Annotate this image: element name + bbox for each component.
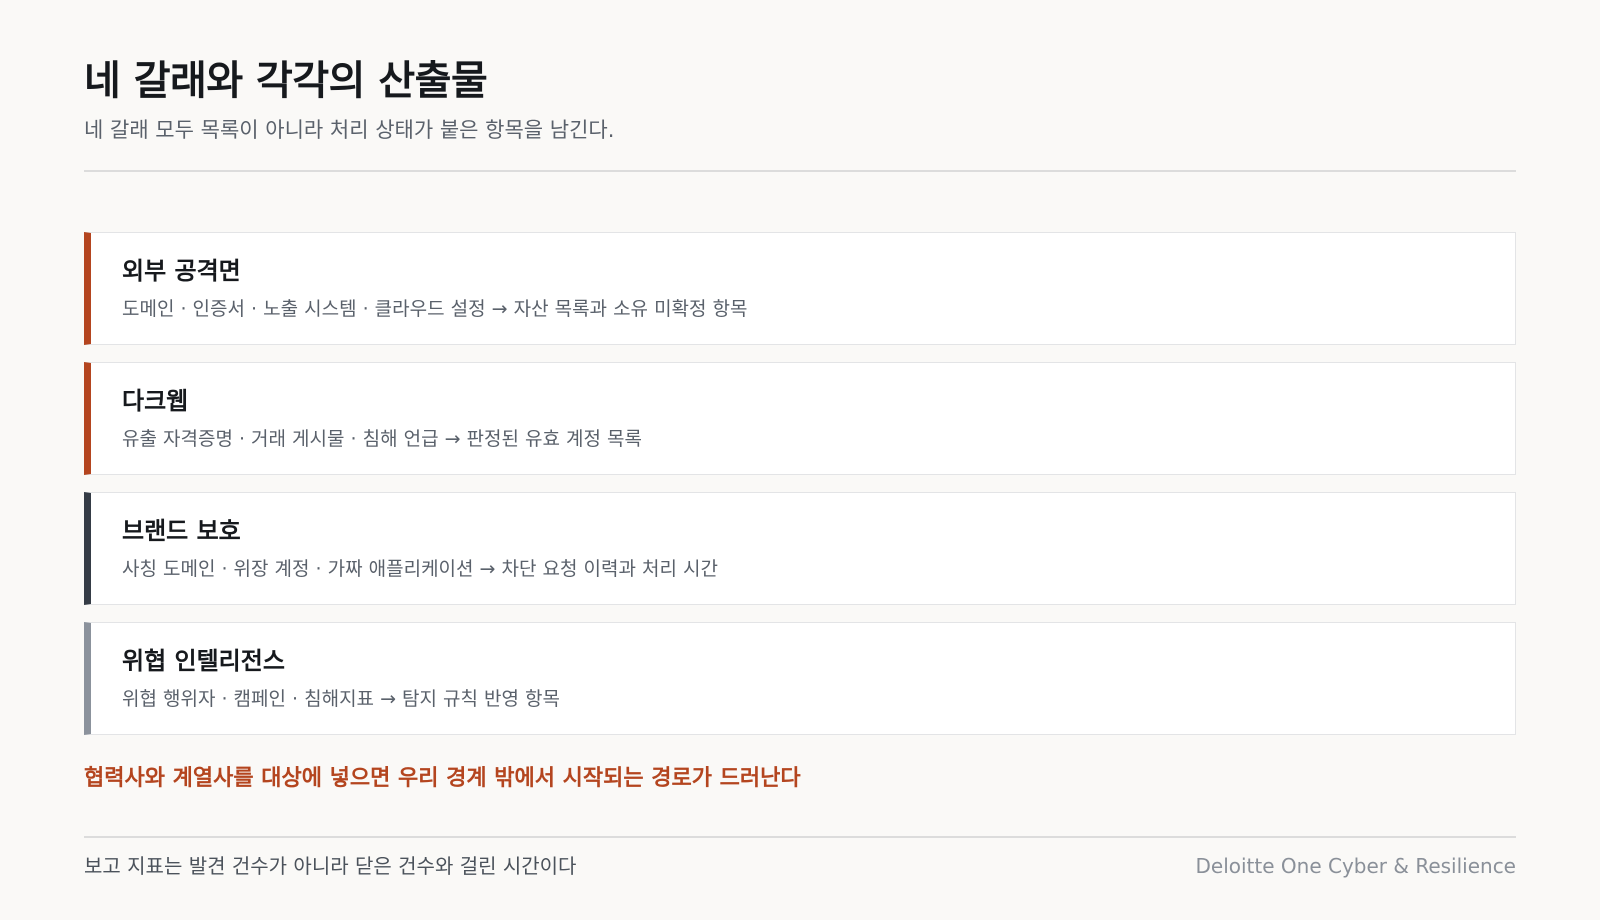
card-dark-web: 다크웹 유출 자격증명 · 거래 게시물 · 침해 언급 → 판정된 유효 계정… [84, 362, 1516, 475]
footer-divider [84, 836, 1516, 838]
footer-note: 보고 지표는 발견 건수가 아니라 닫은 건수와 걸린 시간이다 [84, 854, 577, 878]
page-title: 네 갈래와 각각의 산출물 [84, 58, 488, 104]
slide: 네 갈래와 각각의 산출물 네 갈래 모두 목록이 아니라 처리 상태가 붙은 … [0, 0, 1600, 920]
header-divider [84, 170, 1516, 172]
card-threat-intelligence: 위협 인텔리전스 위협 행위자 · 캠페인 · 침해지표 → 탐지 규칙 반영 … [84, 622, 1516, 735]
card-title: 위협 인텔리전스 [122, 647, 285, 675]
card-description: 유출 자격증명 · 거래 게시물 · 침해 언급 → 판정된 유효 계정 목록 [122, 428, 642, 450]
key-callout: 협력사와 계열사를 대상에 넣으면 우리 경계 밖에서 시작되는 경로가 드러난… [84, 766, 801, 791]
card-title: 다크웹 [122, 387, 189, 415]
page-subtitle: 네 갈래 모두 목록이 아니라 처리 상태가 붙은 항목을 남긴다. [84, 118, 615, 142]
footer-brand: Deloitte One Cyber & Resilience [1195, 854, 1517, 878]
card-description: 사칭 도메인 · 위장 계정 · 가짜 애플리케이션 → 차단 요청 이력과 처… [122, 558, 718, 580]
card-brand-protection: 브랜드 보호 사칭 도메인 · 위장 계정 · 가짜 애플리케이션 → 차단 요… [84, 492, 1516, 605]
card-list: 외부 공격면 도메인 · 인증서 · 노출 시스템 · 클라우드 설정 → 자산… [84, 232, 1516, 752]
card-title: 외부 공격면 [122, 257, 241, 285]
card-description: 위협 행위자 · 캠페인 · 침해지표 → 탐지 규칙 반영 항목 [122, 688, 560, 710]
header: 네 갈래와 각각의 산출물 네 갈래 모두 목록이 아니라 처리 상태가 붙은 … [84, 54, 1516, 144]
card-external-attack-surface: 외부 공격면 도메인 · 인증서 · 노출 시스템 · 클라우드 설정 → 자산… [84, 232, 1516, 345]
card-description: 도메인 · 인증서 · 노출 시스템 · 클라우드 설정 → 자산 목록과 소유… [122, 298, 748, 320]
card-title: 브랜드 보호 [122, 517, 241, 545]
